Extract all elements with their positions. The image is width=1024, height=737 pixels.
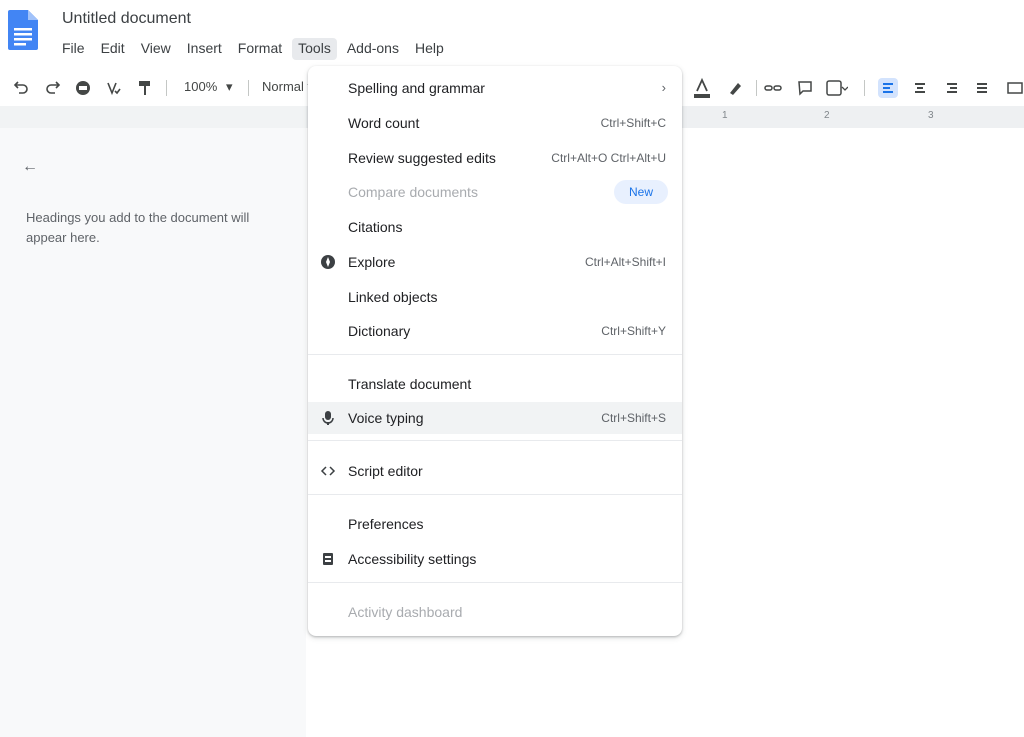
toolbar-separator [248,80,249,96]
paint-format-icon[interactable] [136,79,154,97]
menu-item-label: Preferences [348,516,424,532]
justify-icon [977,83,987,93]
menu-item-label: Spelling and grammar [348,80,485,96]
menu-item-dictionary[interactable]: Dictionary Ctrl+Shift+Y [308,315,682,347]
menu-item-review-suggested-edits[interactable]: Review suggested edits Ctrl+Alt+O Ctrl+A… [308,142,682,174]
spellcheck-icon[interactable] [104,79,122,97]
menu-divider [308,582,682,583]
new-badge: New [614,180,668,204]
menu-item-label: Script editor [348,463,423,479]
zoom-select[interactable]: 100% [184,79,217,94]
menu-item-label: Voice typing [348,410,424,426]
add-comment-icon[interactable] [796,79,814,97]
align-left-icon [883,83,893,93]
menu-item-label: Linked objects [348,289,438,305]
shortcut-text: Ctrl+Shift+C [600,116,666,130]
shortcut-text: Ctrl+Shift+Y [601,324,666,338]
menu-item-activity-dashboard[interactable]: Activity dashboard [308,596,682,628]
document-title[interactable]: Untitled document [62,10,191,28]
print-icon[interactable] [74,79,92,97]
menu-tools[interactable]: Tools [292,38,337,60]
menu-item-voice-typing[interactable]: Voice typing Ctrl+Shift+S [308,402,682,434]
menu-item-linked-objects[interactable]: Linked objects [308,281,682,313]
tools-menu: Spelling and grammar › Word count Ctrl+S… [308,66,682,636]
zoom-chevron-down-icon[interactable]: ▾ [226,79,233,95]
menu-item-label: Dictionary [348,323,411,339]
align-center-icon [915,83,925,93]
ruler-mark: 3 [928,110,934,121]
menu-item-accessibility-settings[interactable]: Accessibility settings [308,543,682,575]
shortcut-text: Ctrl+Shift+S [601,411,666,425]
docs-logo-icon[interactable] [8,10,38,50]
align-center-button[interactable] [910,78,930,98]
menu-format[interactable]: Format [232,38,288,60]
menu-item-compare-documents[interactable]: Compare documents New [308,176,682,208]
menu-add-ons[interactable]: Add-ons [341,38,405,60]
menu-item-label: Citations [348,219,403,235]
align-right-button[interactable] [942,78,962,98]
menu-divider [308,494,682,495]
menu-help[interactable]: Help [409,38,450,60]
ruler-margin [0,106,306,128]
menu-item-translate-document[interactable]: Translate document [308,368,682,400]
ruler-mark: 1 [722,110,728,121]
menu-item-explore[interactable]: Explore Ctrl+Alt+Shift+I [308,246,682,278]
insert-link-icon[interactable] [764,79,782,97]
toolbar-separator [756,80,757,96]
menu-edit[interactable]: Edit [95,38,131,60]
menu-item-label: Translate document [348,376,472,392]
document-outline: ← Headings you add to the document will … [0,128,306,737]
text-color-icon[interactable] [692,77,712,99]
highlight-icon[interactable] [726,79,744,97]
accessibility-icon [323,553,333,565]
ruler-mark: 2 [824,110,830,121]
menu-item-label: Compare documents [348,184,478,200]
microphone-icon [322,411,334,425]
toolbar-separator [864,80,865,96]
menu-item-citations[interactable]: Citations [308,211,682,243]
menu-item-label: Word count [348,115,420,131]
menu-item-label: Activity dashboard [348,604,463,620]
menu-insert[interactable]: Insert [181,38,228,60]
menu-item-label: Review suggested edits [348,150,496,166]
align-right-icon [947,83,957,93]
line-spacing-icon[interactable] [1006,79,1024,97]
menu-item-preferences[interactable]: Preferences [308,508,682,540]
menu-bar: File Edit View Insert Format Tools Add-o… [56,38,454,60]
menu-item-word-count[interactable]: Word count Ctrl+Shift+C [308,107,682,139]
code-icon [320,466,336,476]
submenu-arrow-icon: › [661,80,666,95]
menu-file[interactable]: File [56,38,91,60]
menu-item-label: Accessibility settings [348,551,477,567]
menu-item-label: Explore [348,254,396,270]
shortcut-text: Ctrl+Alt+O Ctrl+Alt+U [551,151,666,165]
outline-placeholder: Headings you add to the document will ap… [26,210,250,245]
menu-view[interactable]: View [135,38,177,60]
outline-back-arrow-icon[interactable]: ← [22,158,38,176]
explore-icon [321,255,335,269]
align-left-button[interactable] [878,78,898,98]
menu-divider [308,440,682,441]
top-bar: Untitled document File Edit View Insert … [0,0,1024,68]
justify-button[interactable] [972,78,992,98]
menu-divider [308,354,682,355]
menu-item-spelling-and-grammar[interactable]: Spelling and grammar › [308,72,682,104]
toolbar-separator [166,80,167,96]
undo-icon[interactable] [12,79,30,97]
shortcut-text: Ctrl+Alt+Shift+I [584,255,666,269]
redo-icon[interactable] [44,79,62,97]
insert-image-icon[interactable] [826,79,848,97]
menu-item-script-editor[interactable]: Script editor [308,455,682,487]
